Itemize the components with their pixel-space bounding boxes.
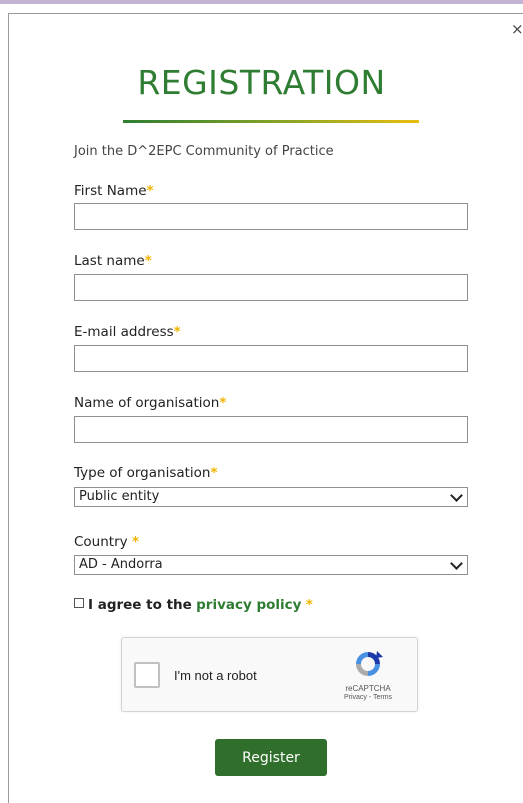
last-name-label-text: Last name [74,253,145,269]
organisation-label-text: Name of organisation [74,395,220,411]
org-type-label-text: Type of organisation [74,465,211,481]
org-type-select[interactable]: Public entity [74,487,468,507]
organisation-label: Name of organisation* [74,395,226,411]
first-name-label: First Name* [74,183,154,199]
first-name-label-text: First Name [74,183,147,199]
recaptcha-widget: I'm not a robot reCAPTCHA Privacy - Term… [121,637,418,712]
last-name-field[interactable] [74,274,468,301]
country-selected: AD - Andorra [79,557,163,572]
chevron-down-icon [450,489,463,502]
recaptcha-brand: reCAPTCHA [345,684,391,693]
close-icon[interactable]: × [511,22,523,37]
top-accent-bar [0,0,523,4]
register-button[interactable]: Register [215,739,327,776]
privacy-policy-link[interactable]: privacy policy [196,597,301,613]
email-label: E-mail address* [74,324,181,340]
country-label: Country * [74,534,139,550]
recaptcha-logo-icon [356,651,383,676]
privacy-agreement-text: I agree to the [88,597,192,613]
privacy-agreement: I agree to the privacy policy * [74,597,313,613]
recaptcha-label: I'm not a robot [174,668,257,683]
required-star: * [144,253,152,269]
first-name-field[interactable] [74,203,468,230]
country-label-text: Country [74,534,128,550]
email-field[interactable] [74,345,468,372]
chevron-down-icon [450,557,463,570]
required-star: * [173,324,181,340]
page-title: REGISTRATION [137,63,386,102]
recaptcha-terms-link[interactable]: Privacy - Terms [330,694,406,701]
required-star: * [210,465,218,481]
required-star: * [131,534,139,550]
org-type-selected: Public entity [79,489,160,504]
country-select[interactable]: AD - Andorra [74,555,468,575]
form-subtitle: Join the D^2EPC Community of Practice [74,144,334,159]
required-star: * [305,597,313,613]
title-underline [123,120,419,123]
organisation-field[interactable] [74,416,468,443]
last-name-label: Last name* [74,253,152,269]
required-star: * [146,183,154,199]
email-label-text: E-mail address [74,324,174,340]
privacy-checkbox[interactable] [74,598,84,608]
required-star: * [219,395,227,411]
org-type-label: Type of organisation* [74,465,218,481]
recaptcha-checkbox[interactable] [134,662,160,688]
